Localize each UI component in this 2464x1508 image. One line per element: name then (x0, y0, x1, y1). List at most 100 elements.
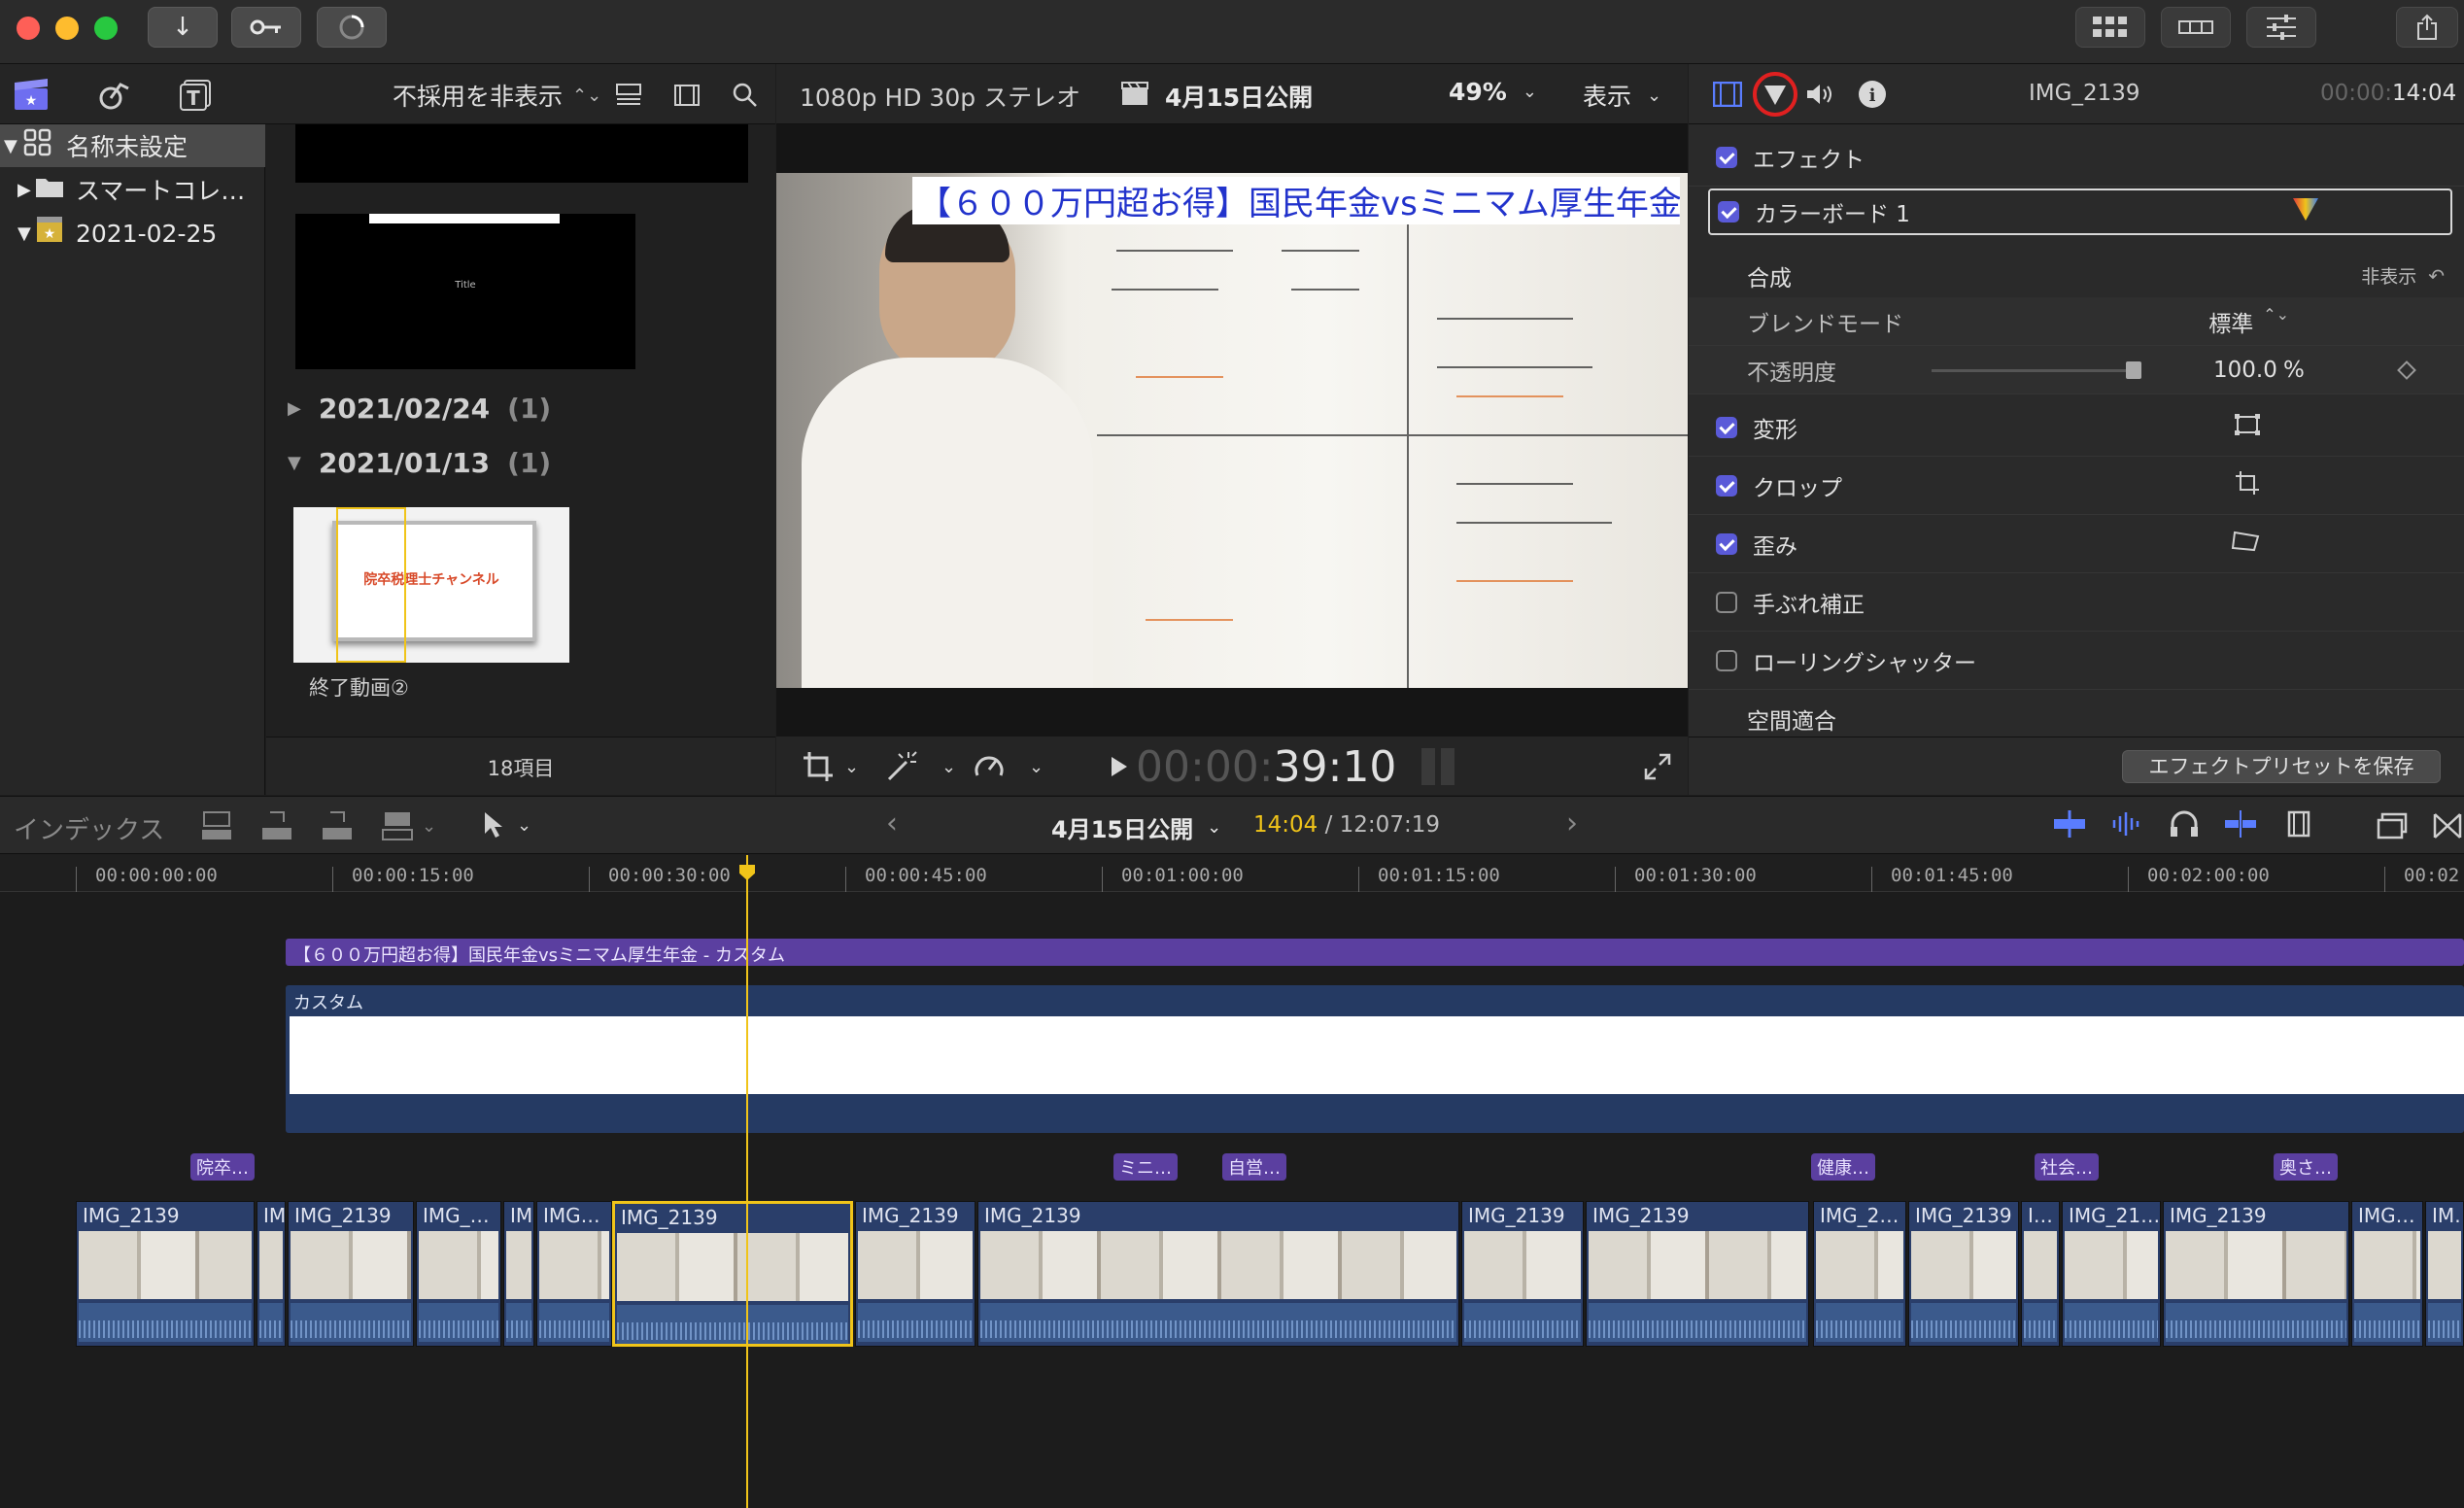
view-menu[interactable]: 表示 ⌄ (1583, 78, 1661, 113)
effects-browser-button[interactable] (2377, 812, 2408, 843)
timeline-back-button[interactable]: ‹ (886, 806, 898, 840)
connect-clip-icon[interactable] (200, 810, 233, 841)
effects-checkbox[interactable] (1716, 146, 1737, 168)
show-inspector-button[interactable] (2246, 7, 2316, 48)
enhance-popup[interactable]: ⌄ (885, 750, 956, 783)
color-board-icon[interactable] (2291, 195, 2320, 228)
timeline-clip[interactable]: IM (503, 1201, 534, 1347)
tool-popup[interactable]: ⌄ (482, 810, 531, 840)
marker[interactable]: 社会… (2035, 1153, 2099, 1181)
keyframe-icon[interactable] (2397, 360, 2416, 380)
append-clip-icon[interactable] (321, 810, 354, 841)
background-tasks-button[interactable] (317, 7, 387, 48)
timeline-clip[interactable]: IMG_2… (1813, 1201, 1906, 1347)
library-row[interactable]: ▼ 名称未設定 (0, 124, 265, 167)
smart-collections-row[interactable]: ▶ スマートコレ… (0, 168, 265, 211)
clip-thumbnail-black[interactable] (295, 124, 748, 183)
title-clip-thumbnail[interactable]: Title (295, 214, 635, 369)
marker[interactable]: 院卒… (190, 1153, 255, 1181)
marker[interactable]: ミニ… (1113, 1153, 1178, 1181)
clip-thumbnail[interactable]: 院卒税理士チャンネル (293, 507, 569, 663)
colorboard-checkbox[interactable] (1718, 201, 1739, 223)
timeline-clip-selected[interactable]: IMG_2139 (612, 1201, 853, 1347)
insert-clip-icon[interactable] (260, 810, 293, 841)
timeline-clip[interactable]: IMG_2139 (2163, 1201, 2349, 1347)
audio-inspector-tab[interactable] (1803, 78, 1838, 111)
index-button[interactable]: インデックス (14, 810, 164, 846)
libraries-icon[interactable]: ★ (10, 76, 52, 115)
show-timeline-button[interactable] (2161, 7, 2231, 48)
timeline-clip[interactable]: IMG… (2351, 1201, 2423, 1347)
audio-skimming-icon[interactable] (2110, 810, 2145, 838)
event-row[interactable]: ▼ ★ 2021-02-25 (0, 212, 265, 255)
transform-icon[interactable] (2235, 413, 2260, 441)
titles-generators-icon[interactable]: T (175, 76, 218, 115)
date-group-row[interactable]: ▼ 2021/01/13 (1) (288, 443, 551, 482)
timeline-clip[interactable]: IM… (2425, 1201, 2464, 1347)
filter-popup[interactable]: 不採用を非表示 ⌃⌄ (393, 80, 601, 111)
timeline-clip[interactable]: IMG_… (416, 1201, 501, 1347)
search-icon[interactable] (729, 80, 762, 111)
filmstrip-view-icon[interactable] (670, 80, 703, 111)
effects-row[interactable]: エフェクト (1689, 128, 2464, 187)
list-view-icon[interactable] (612, 80, 645, 111)
rolling-shutter-row[interactable]: ローリングシャッター (1689, 632, 2464, 690)
blend-mode-popup[interactable]: 標準 ⌃⌄ (2208, 305, 2289, 338)
timeline-clip[interactable]: IMG_21… (2062, 1201, 2161, 1347)
colorboard-row[interactable]: カラーボード 1 (1708, 188, 2452, 235)
overwrite-popup[interactable]: ⌄ (381, 810, 436, 841)
crop-checkbox[interactable] (1716, 474, 1737, 497)
headphones-icon[interactable] (2169, 810, 2200, 838)
photos-audio-icon[interactable] (93, 76, 136, 115)
marker[interactable]: 健康… (1811, 1153, 1875, 1181)
distort-checkbox[interactable] (1716, 532, 1737, 555)
timeline-clip[interactable]: IMG_2139 (1586, 1201, 1809, 1347)
timeline-forward-button[interactable]: › (1566, 806, 1578, 840)
zoom-popup[interactable]: 49% ⌄ (1449, 78, 1537, 106)
timeline-clip[interactable]: IMG_2139 (977, 1201, 1459, 1347)
minimize-window-button[interactable] (55, 17, 79, 40)
timeline-clip[interactable]: IMG… (536, 1201, 612, 1347)
zoom-window-button[interactable] (94, 17, 118, 40)
transform-row[interactable]: 変形 (1689, 398, 2464, 457)
timeline-clip[interactable]: IMG_2139 (855, 1201, 975, 1347)
opacity-value[interactable]: 100.0 (2213, 358, 2277, 383)
marker[interactable]: 自営… (1222, 1153, 1286, 1181)
stabilization-checkbox[interactable] (1716, 591, 1737, 613)
info-inspector-tab[interactable]: i (1856, 78, 1889, 111)
crop-row[interactable]: クロップ (1689, 457, 2464, 515)
playhead[interactable] (746, 855, 748, 1508)
play-button[interactable] (1103, 750, 1136, 783)
opacity-slider-knob[interactable] (2126, 361, 2141, 379)
timeline-clip[interactable]: I… (2021, 1201, 2060, 1347)
show-browser-button[interactable] (2075, 7, 2145, 48)
save-effects-preset-button[interactable]: エフェクトプリセットを保存 (2122, 750, 2441, 783)
clip-appearance-icon[interactable] (2281, 810, 2316, 838)
marker[interactable]: 奥さ… (2274, 1153, 2338, 1181)
title-clip[interactable]: 【６００万円超お得】国民年金vsミニマム厚生年金 - カスタム (286, 939, 2464, 966)
video-inspector-tab[interactable] (1710, 78, 1745, 111)
timeline-clip[interactable]: IMG_2139 (1908, 1201, 2019, 1347)
keywords-button[interactable] (231, 7, 301, 48)
viewer-canvas[interactable]: 【６００万円超お得】国民年金vsミニマム厚生年金 (776, 124, 1688, 737)
spatial-conform-row[interactable]: 空間適合 (1689, 690, 2464, 737)
share-button[interactable] (2396, 7, 2458, 48)
retime-popup[interactable]: ⌄ (973, 750, 1044, 783)
distort-row[interactable]: 歪み (1689, 515, 2464, 573)
timecode-display[interactable]: 00:00:39:10 (1136, 742, 1396, 792)
stabilization-row[interactable]: 手ぶれ補正 (1689, 573, 2464, 632)
snapping-icon[interactable] (2223, 810, 2258, 838)
hide-button[interactable]: 非表示 (2361, 262, 2416, 289)
timeline-clip[interactable]: IMG_2139 (76, 1201, 255, 1347)
rolling-shutter-checkbox[interactable] (1716, 649, 1737, 671)
distort-icon[interactable] (2231, 531, 2260, 558)
opacity-slider[interactable] (1932, 361, 2141, 379)
transitions-browser-button[interactable] (2433, 812, 2462, 843)
fullscreen-button[interactable] (1641, 750, 1674, 783)
color-inspector-tab[interactable] (1753, 72, 1797, 117)
transform-checkbox[interactable] (1716, 416, 1737, 438)
date-group-row[interactable]: ▶ 2021/02/24 (1) (288, 389, 551, 428)
import-button[interactable]: ↓ (148, 7, 218, 48)
timeline-project-popup[interactable]: 4月15日公開 ⌄ (1051, 810, 1221, 844)
crop-tool-icon[interactable] (2235, 470, 2260, 501)
